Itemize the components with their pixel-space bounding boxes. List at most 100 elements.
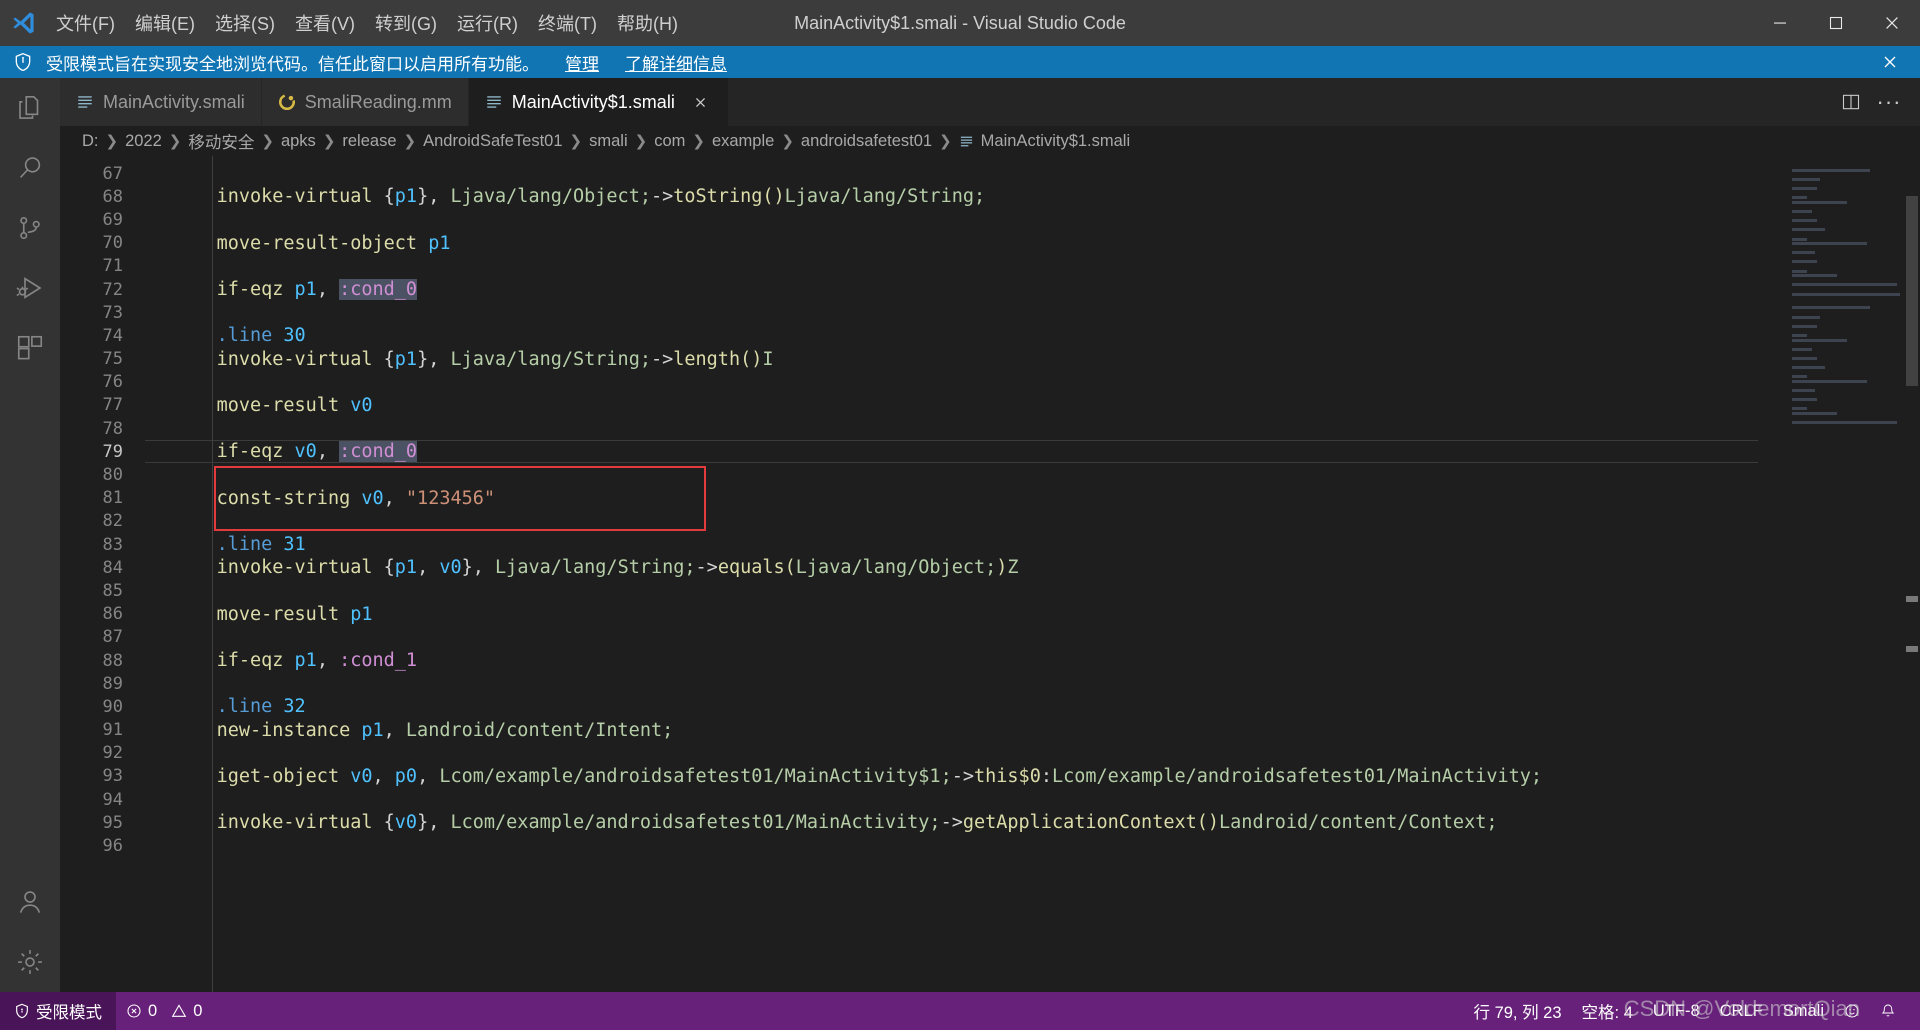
menu-terminal[interactable]: 终端(T) <box>528 0 607 46</box>
line-number: 78 <box>102 418 123 439</box>
code-line[interactable]: 79 if-eqz v0, :cond_0 <box>60 440 1788 464</box>
line-number: 90 <box>102 696 123 717</box>
breadcrumb-item[interactable]: MainActivity$1.smali <box>959 132 1130 151</box>
minimap-line <box>1792 168 1870 172</box>
breadcrumb-item[interactable]: release <box>342 132 396 151</box>
breadcrumb-item[interactable]: apks <box>281 132 316 151</box>
line-number: 84 <box>102 557 123 578</box>
tab-close-icon[interactable] <box>690 91 712 113</box>
code-token: Ljava/lang/String; <box>450 348 651 370</box>
account-icon[interactable] <box>0 872 60 932</box>
menu-go[interactable]: 转到(G) <box>365 0 447 46</box>
code-line[interactable]: 73 <box>60 301 1788 324</box>
activity-bar <box>0 78 60 992</box>
mindmap-file-icon <box>278 93 296 111</box>
breadcrumb-item[interactable]: AndroidSafeTest01 <box>423 132 562 151</box>
gear-icon[interactable] <box>0 932 60 992</box>
status-indentation[interactable]: 空格: 4 <box>1572 992 1643 1030</box>
status-cursor-position[interactable]: 行 79, 列 23 <box>1463 992 1571 1030</box>
code-token: if-eqz <box>216 650 284 672</box>
code-line[interactable]: 67 <box>60 162 1788 185</box>
code-line[interactable]: 81 const-string v0, "123456" <box>60 487 1788 510</box>
code-token: { <box>372 812 395 834</box>
menu-view[interactable]: 查看(V) <box>285 0 365 46</box>
code-token: Ljava/lang/Object; <box>450 186 651 208</box>
status-encoding[interactable]: UTF-8 <box>1643 992 1710 1030</box>
code-line[interactable]: 71 <box>60 255 1788 278</box>
explorer-icon[interactable] <box>0 78 60 138</box>
code-token: .line <box>216 325 273 347</box>
breadcrumb-item[interactable]: com <box>654 132 685 151</box>
scrollbar-thumb[interactable] <box>1906 196 1918 386</box>
code-line[interactable]: 77 move-result v0 <box>60 394 1788 417</box>
code-line[interactable]: 68 invoke-virtual {p1}, Ljava/lang/Objec… <box>60 185 1788 208</box>
code-line[interactable]: 96 <box>60 834 1788 857</box>
breadcrumb-item[interactable]: 移动安全 <box>188 129 254 153</box>
vertical-scrollbar[interactable] <box>1904 156 1920 992</box>
code-line[interactable]: 74 .line 30 <box>60 324 1788 347</box>
breadcrumb-item[interactable]: example <box>712 132 774 151</box>
chevron-right-icon: ❯ <box>168 133 182 150</box>
status-feedback-button[interactable] <box>1834 992 1870 1030</box>
code-line[interactable]: 92 <box>60 742 1788 765</box>
code-line[interactable]: 70 move-result-object p1 <box>60 232 1788 255</box>
code-line[interactable]: 86 move-result p1 <box>60 603 1788 626</box>
line-number: 86 <box>102 604 123 625</box>
code-line[interactable]: 76 <box>60 371 1788 394</box>
run-debug-icon[interactable] <box>0 258 60 318</box>
source-control-icon[interactable] <box>0 198 60 258</box>
editor-tab[interactable]: SmaliReading.mm <box>261 78 469 126</box>
breadcrumb-item[interactable]: smali <box>589 132 628 151</box>
code-line[interactable]: 83 .line 31 <box>60 533 1788 556</box>
maximize-button[interactable] <box>1808 0 1864 46</box>
code-line[interactable]: 94 <box>60 788 1788 811</box>
status-eol[interactable]: CRLF <box>1710 992 1773 1030</box>
code-token: Landroid/content/Intent; <box>405 719 674 741</box>
code-line[interactable]: 75 invoke-virtual {p1}, Ljava/lang/Strin… <box>60 348 1788 371</box>
banner-manage-link[interactable]: 管理 <box>565 50 599 75</box>
code-viewport[interactable]: 67 68 invoke-virtual {p1}, Ljava/lang/Obj… <box>60 156 1788 992</box>
extensions-icon[interactable] <box>0 318 60 378</box>
status-problems[interactable]: 0 0 <box>116 992 212 1030</box>
breadcrumb-item[interactable]: D: <box>82 132 99 151</box>
close-button[interactable] <box>1864 0 1920 46</box>
code-line[interactable]: 85 <box>60 579 1788 602</box>
code-line[interactable]: 88 if-eqz p1, :cond_1 <box>60 649 1788 672</box>
code-token: -> <box>650 348 674 370</box>
more-actions-button[interactable]: ··· <box>1872 85 1906 119</box>
breadcrumb-item[interactable]: 2022 <box>125 132 162 151</box>
line-number: 68 <box>102 186 123 207</box>
editor-tab-active[interactable]: MainActivity$1.smali <box>468 78 729 126</box>
editor-tab[interactable]: MainActivity.smali <box>60 78 262 126</box>
split-editor-button[interactable] <box>1834 85 1868 119</box>
minimize-button[interactable] <box>1752 0 1808 46</box>
menu-edit[interactable]: 编辑(E) <box>125 0 205 46</box>
code-line[interactable]: 72 if-eqz p1, :cond_0 <box>60 278 1788 301</box>
breadcrumb[interactable]: D: ❯ 2022 ❯ 移动安全 ❯ apks ❯ release ❯ AndroidSafeTes… <box>60 126 1920 156</box>
banner-close-icon[interactable] <box>1874 46 1906 78</box>
menu-selection[interactable]: 选择(S) <box>205 0 285 46</box>
banner-learn-more-link[interactable]: 了解详细信息 <box>625 50 727 75</box>
code-line[interactable]: 82 <box>60 510 1788 533</box>
search-icon[interactable] <box>0 138 60 198</box>
code-line[interactable]: 95 invoke-virtual {v0}, Lcom/example/and… <box>60 811 1788 834</box>
code-line[interactable]: 80 <box>60 463 1788 486</box>
smali-file-icon <box>76 93 94 111</box>
code-line[interactable]: 91 new-instance p1, Landroid/content/Int… <box>60 719 1788 742</box>
code-line[interactable]: 89 <box>60 672 1788 695</box>
status-notifications-button[interactable] <box>1870 992 1906 1030</box>
menu-run[interactable]: 运行(R) <box>447 0 528 46</box>
status-language-mode[interactable]: Smali <box>1773 992 1834 1030</box>
status-restricted-mode[interactable]: 受限模式 <box>0 992 116 1030</box>
code-line[interactable]: 69 <box>60 208 1788 231</box>
code-line[interactable]: 90 .line 32 <box>60 695 1788 718</box>
minimap[interactable] <box>1788 156 1904 992</box>
breadcrumb-item[interactable]: androidsafetest01 <box>801 132 932 151</box>
code-line[interactable]: 84 invoke-virtual {p1, v0}, Ljava/lang/S… <box>60 556 1788 579</box>
code-line[interactable]: 87 <box>60 626 1788 649</box>
code-line[interactable]: 93 iget-object v0, p0, Lcom/example/andr… <box>60 765 1788 788</box>
code-line[interactable]: 78 <box>60 417 1788 440</box>
menu-file[interactable]: 文件(F) <box>46 0 125 46</box>
menu-help[interactable]: 帮助(H) <box>607 0 688 46</box>
